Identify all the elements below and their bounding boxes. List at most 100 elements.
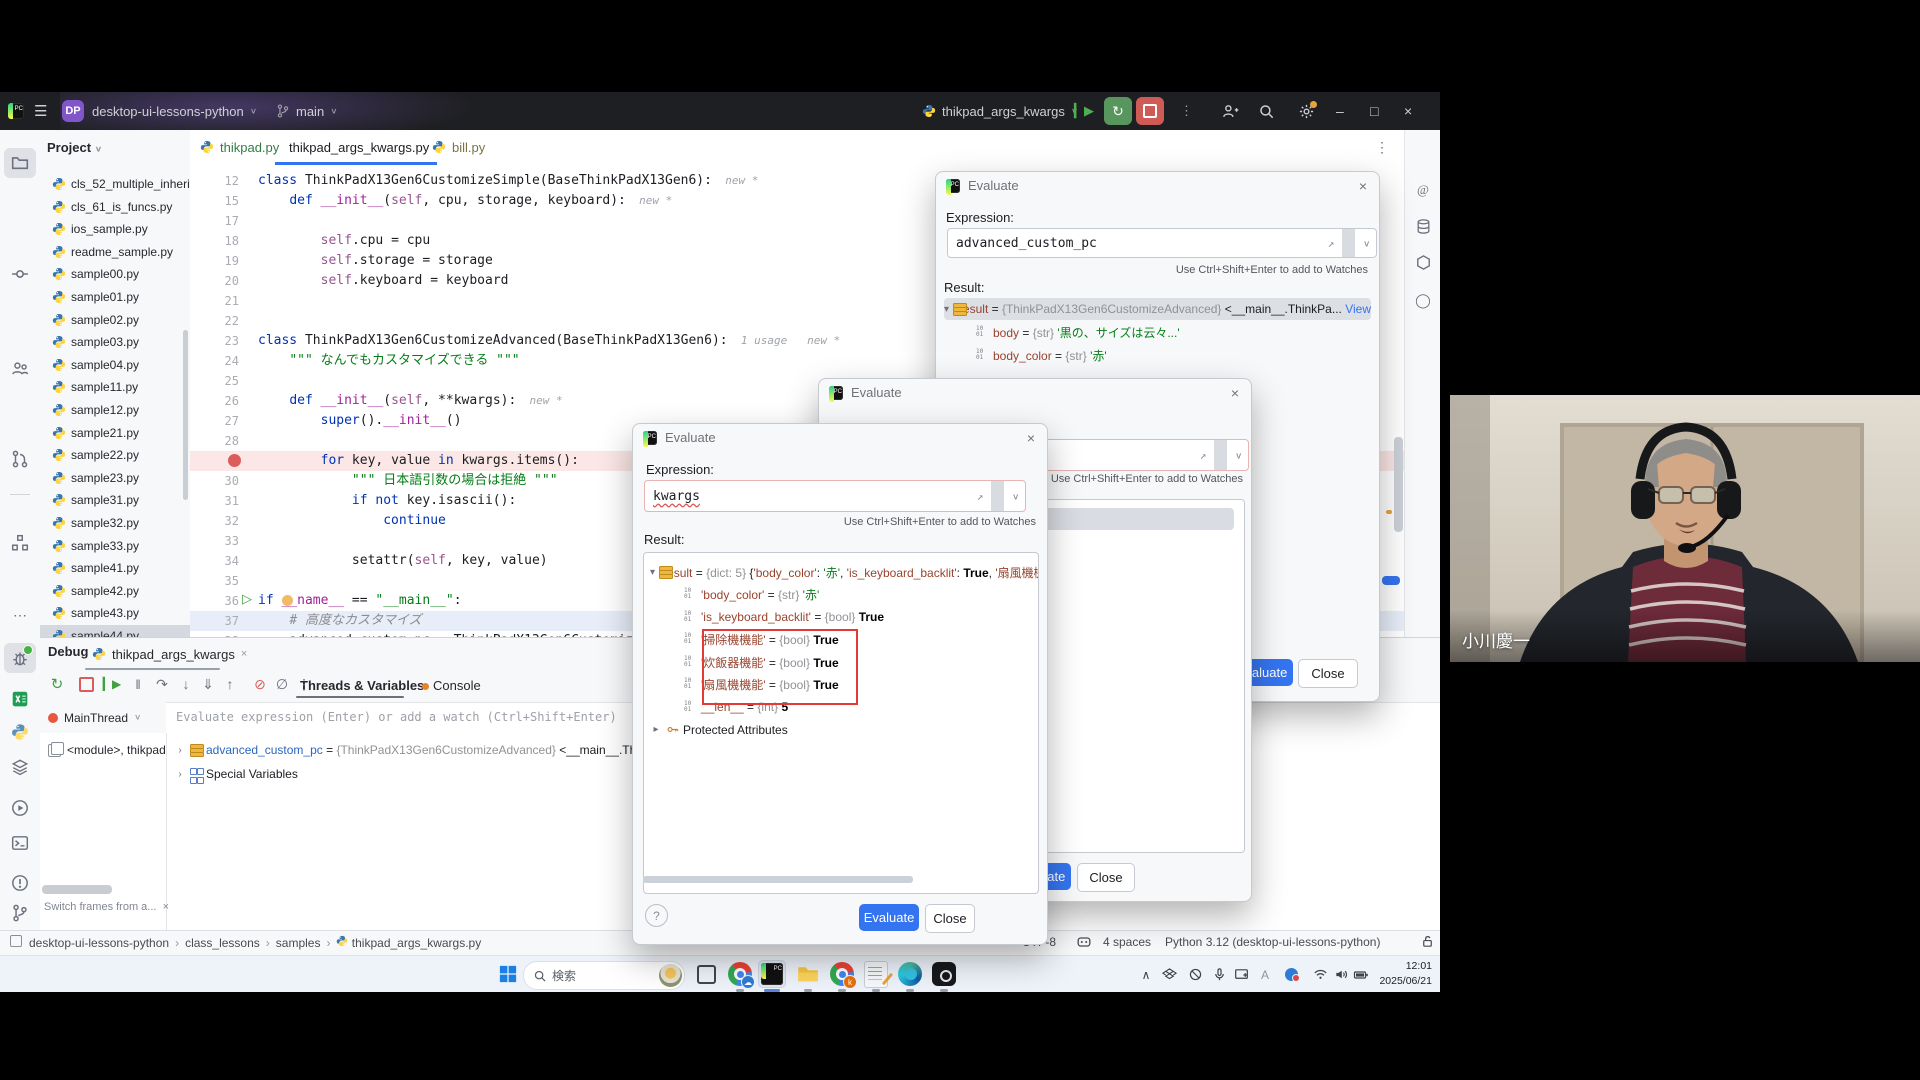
more-actions-icon[interactable]: ⋮ — [1180, 92, 1193, 130]
result-tree-row[interactable]: 1001body_color = {str} '赤' — [944, 344, 1371, 366]
tray-expand-icon[interactable]: ∧ — [1138, 966, 1154, 983]
expression-input[interactable]: kwargs ↗∨ — [644, 480, 1026, 512]
dropbox-icon[interactable] — [1160, 966, 1178, 983]
result-tree-row[interactable]: 1001'body_color' = {str} '赤' — [650, 584, 1038, 606]
thread-selector[interactable]: MainThread∨ — [40, 702, 174, 733]
editor-scrollbar-thumb[interactable] — [1394, 437, 1403, 532]
result-hscrollbar[interactable] — [643, 876, 913, 883]
sidebar-item-project[interactable] — [4, 148, 36, 178]
dialog-close-icon[interactable]: × — [1231, 385, 1239, 401]
tree-file-item[interactable]: sample03.py — [52, 331, 139, 353]
breadcrumb-item[interactable]: class_lessons — [185, 936, 260, 950]
expand-icon[interactable]: ↗ — [1322, 237, 1341, 250]
python-interpreter[interactable]: Python 3.12 (desktop-ui-lessons-python) — [1165, 935, 1380, 949]
volume-icon[interactable] — [1332, 966, 1350, 983]
sidebar-item-debug[interactable] — [4, 643, 36, 673]
tree-file-item[interactable]: sample01.py — [52, 286, 139, 308]
project-selector[interactable]: desktop-ui-lessons-python∨ — [92, 92, 257, 130]
gradle-icon[interactable]: ◯ — [1413, 290, 1433, 310]
edge-icon[interactable] — [896, 960, 924, 988]
project-tree-scrollbar[interactable] — [183, 330, 188, 500]
tree-file-item[interactable]: sample44.py — [40, 625, 190, 637]
tree-expand-icon[interactable]: › — [174, 745, 186, 756]
step-out-button[interactable]: ↑ — [220, 674, 240, 694]
view-breakpoints-button[interactable]: ⊘ — [250, 674, 270, 694]
indent-setting[interactable]: 4 spaces — [1103, 935, 1151, 949]
pycharm-taskbar-icon[interactable] — [758, 960, 786, 988]
close-button[interactable]: Close — [1298, 659, 1358, 688]
history-chevron-icon[interactable]: ∨ — [1357, 238, 1376, 248]
tab-thikpad_args_kwargs-py[interactable]: thikpad_args_kwargs.py× — [275, 130, 437, 164]
wifi-icon[interactable] — [1311, 966, 1329, 983]
window-maximize-button[interactable]: □ — [1370, 92, 1400, 130]
tree-file-item[interactable]: sample31.py — [52, 489, 139, 511]
breadcrumb-item[interactable]: thikpad_args_kwargs.py — [336, 935, 481, 950]
tree-file-item[interactable]: ios_sample.py — [52, 218, 148, 240]
file-explorer-icon[interactable] — [794, 960, 822, 988]
branch-selector[interactable]: main∨ — [276, 92, 338, 130]
tree-file-item[interactable]: cls_52_multiple_inherit — [52, 173, 191, 195]
breadcrumb-item[interactable]: desktop-ui-lessons-python — [29, 936, 169, 950]
stop-button[interactable] — [1136, 97, 1164, 125]
task-view-button[interactable] — [692, 960, 720, 988]
expand-icon[interactable]: ↗ — [971, 490, 990, 503]
antenna-icon[interactable]: A — [1258, 966, 1272, 983]
tab-options-icon[interactable]: ⋮ — [1375, 139, 1389, 156]
history-chevron-icon[interactable]: ∨ — [1229, 450, 1248, 460]
code-with-me-icon[interactable] — [1222, 92, 1239, 130]
debug-session-close-icon[interactable]: × — [241, 648, 247, 660]
history-chevron-icon[interactable]: ∨ — [1006, 491, 1025, 501]
readonly-lock-icon[interactable] — [1420, 934, 1435, 952]
step-over-button[interactable]: ↷ — [152, 674, 172, 694]
tree-file-item[interactable]: readme_sample.py — [52, 241, 173, 263]
breadcrumbs[interactable]: desktop-ui-lessons-python›class_lessons›… — [10, 935, 487, 950]
rerun-debug-button[interactable]: ↻ — [1104, 97, 1132, 125]
taskbar-clock[interactable]: 12:01 2025/06/21 — [1379, 959, 1432, 989]
tree-file-item[interactable]: sample41.py — [52, 557, 139, 579]
tab-bill-py[interactable]: bill.py — [424, 130, 502, 164]
taskbar-search[interactable]: 検索 — [523, 961, 685, 990]
result-tree-row[interactable]: ▾result = {dict: 5} {'body_color': '赤', … — [650, 561, 1038, 583]
breadcrumb-item[interactable]: samples — [276, 936, 321, 950]
sidebar-item-more[interactable]: ⋯ — [4, 600, 36, 630]
sidebar-item-services[interactable] — [4, 752, 36, 782]
sidebar-item-version-control[interactable] — [4, 898, 36, 928]
result-tree-row[interactable]: ▾result = {ThinkPadX13Gen6CustomizeAdvan… — [944, 298, 1371, 320]
close-button[interactable]: Close — [925, 904, 975, 933]
stop-button[interactable] — [76, 674, 96, 694]
sidebar-item-run[interactable] — [4, 793, 36, 823]
sidebar-item-commit[interactable] — [4, 259, 36, 289]
battery-icon[interactable] — [1352, 966, 1370, 983]
debug-more-icon[interactable]: ⋮ — [294, 674, 314, 694]
tree-file-item[interactable]: sample21.py — [52, 422, 139, 444]
ai-assistant-icon[interactable]: @ — [1413, 180, 1433, 200]
result-tree[interactable]: ▾result = {dict: 5} {'body_color': '赤', … — [643, 552, 1039, 894]
frames-scrollbar[interactable] — [42, 885, 112, 894]
tree-file-item[interactable]: cls_61_is_funcs.py — [52, 196, 172, 218]
tree-expand-icon[interactable]: ▸ — [650, 724, 662, 735]
debug-session-tab[interactable]: thikpad_args_kwargs × — [92, 642, 247, 666]
tree-file-item[interactable]: sample22.py — [52, 444, 139, 466]
expression-input[interactable]: advanced_custom_pc ↗∨ — [947, 228, 1377, 258]
tree-file-item[interactable]: sample33.py — [52, 535, 139, 557]
tree-file-item[interactable]: sample00.py — [52, 263, 139, 285]
window-close-button[interactable]: × — [1404, 92, 1434, 130]
result-tree-row[interactable]: 1001'is_keyboard_backlit' = {bool} True — [650, 606, 1038, 628]
tab-console[interactable]: Console — [422, 678, 481, 693]
tab-threads-variables[interactable]: Threads & Variables — [300, 678, 424, 693]
step-into-button[interactable]: ↓ — [176, 674, 196, 694]
sidebar-item-pull-requests[interactable] — [4, 444, 36, 474]
evaluate-button[interactable]: Evaluate — [859, 904, 919, 931]
settings-gear-icon[interactable] — [1298, 92, 1315, 130]
tree-expand-icon[interactable]: ▾ — [944, 304, 949, 315]
tree-file-item[interactable]: sample42.py — [52, 580, 139, 602]
resume-button[interactable]: ▎▶ — [102, 674, 122, 694]
dev-app-icon[interactable] — [930, 960, 958, 988]
tree-file-item[interactable]: sample23.py — [52, 467, 139, 489]
pause-button[interactable]: ‖ — [128, 674, 148, 694]
breakpoint-dot[interactable] — [228, 454, 241, 467]
force-step-into-button[interactable]: ⇓ — [198, 674, 218, 694]
touchpad-off-icon[interactable] — [1186, 966, 1204, 983]
copilot-icon[interactable] — [1076, 934, 1092, 953]
window-minimize-button[interactable]: – — [1336, 92, 1366, 130]
